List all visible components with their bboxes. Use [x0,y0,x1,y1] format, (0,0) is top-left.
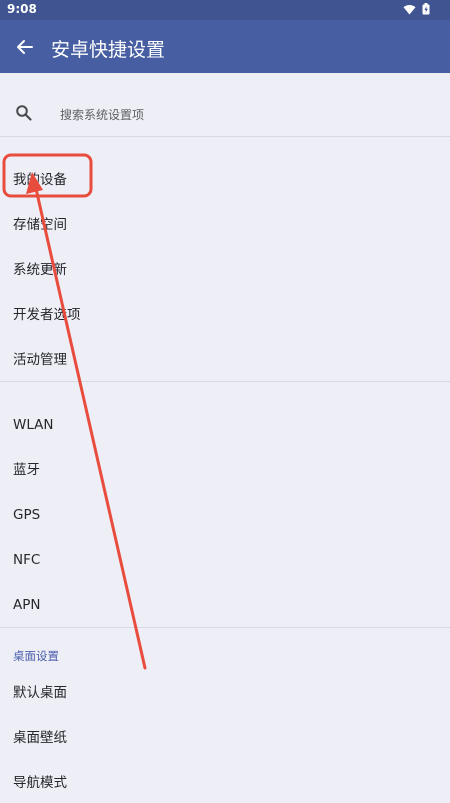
item-system-update[interactable]: 系统更新 [0,250,450,290]
item-default-desktop[interactable]: 默认桌面 [0,673,450,713]
item-wlan[interactable]: WLAN [0,405,450,445]
item-bluetooth[interactable]: 蓝牙 [0,450,450,490]
arrow-left-icon[interactable] [14,36,36,58]
divider [0,627,450,628]
status-icons [403,3,430,15]
search-bar [0,95,450,133]
divider [0,381,450,382]
page-title: 安卓快捷设置 [51,39,166,61]
item-desktop-wallpaper[interactable]: 桌面壁纸 [0,718,450,758]
item-nfc[interactable]: NFC [0,540,450,580]
search-input[interactable] [58,103,422,127]
app-bar: 安卓快捷设置 [0,20,450,73]
wifi-icon [403,4,416,14]
item-gps[interactable]: GPS [0,495,450,535]
item-activity-manager[interactable]: 活动管理 [0,340,450,380]
item-storage[interactable]: 存储空间 [0,205,450,245]
status-time: 9:08 [7,2,37,16]
divider [0,136,450,137]
search-icon[interactable] [15,104,33,122]
status-bar: 9:08 [0,0,450,20]
item-developer-options[interactable]: 开发者选项 [0,295,450,335]
section-header-desktop: 桌面设置 [13,649,59,663]
item-my-device[interactable]: 我的设备 [0,160,450,200]
item-apn[interactable]: APN [0,585,450,625]
item-navigation-mode[interactable]: 导航模式 [0,763,450,803]
battery-icon [422,3,430,15]
